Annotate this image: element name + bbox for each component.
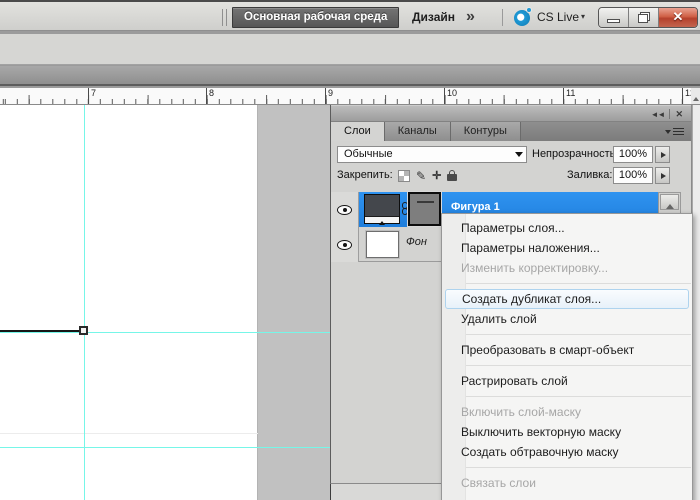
restore-icon	[638, 12, 650, 23]
menu-separator	[443, 283, 691, 284]
menu-separator	[443, 467, 691, 468]
fill-label: Заливка:	[567, 169, 612, 181]
ruler-major-tick	[444, 88, 445, 105]
panel-menu-icon[interactable]	[665, 126, 685, 138]
lock-position-icon[interactable]: ✛	[432, 170, 441, 182]
menu-separator	[443, 365, 691, 366]
layer-name[interactable]: Фон	[406, 227, 427, 262]
tab-layers[interactable]: Слои	[331, 122, 385, 141]
menu-item-delete-layer[interactable]: Удалить слой	[442, 309, 692, 329]
ruler-major-tick	[325, 88, 326, 105]
menu-item-blending-options[interactable]: Параметры наложения...	[442, 238, 692, 258]
options-bar	[0, 34, 700, 65]
shape-line-segment	[0, 330, 85, 332]
document-canvas[interactable]	[0, 105, 258, 500]
lock-all-icon[interactable]	[447, 174, 457, 181]
toolbar-drag-handle[interactable]	[222, 9, 227, 26]
ruler-major-tick	[563, 88, 564, 105]
titlebar-separator	[502, 9, 503, 26]
ruler-label: 7	[91, 88, 96, 98]
lock-label: Закрепить:	[337, 169, 393, 181]
workspace-overflow-chevron-icon[interactable]: »	[466, 2, 475, 33]
menu-item-enable-layer-mask: Включить слой-маску	[442, 402, 692, 422]
collapse-to-icons-icon[interactable]: ◄◄	[651, 110, 665, 119]
vertical-guide	[84, 105, 85, 500]
panel-header-divider	[669, 109, 670, 119]
menu-item-convert-to-smart-object[interactable]: Преобразовать в смарт-объект	[442, 340, 692, 360]
blend-mode-select[interactable]: Обычные	[337, 146, 527, 163]
ruler-label: 8	[209, 88, 214, 98]
restore-button[interactable]	[629, 8, 659, 27]
cs-live-button[interactable]: CS Live	[537, 2, 579, 33]
menu-separator	[443, 334, 691, 335]
layer-context-menu: Параметры слоя... Параметры наложения...…	[441, 213, 693, 500]
ruler-label: 11	[566, 88, 575, 98]
menu-separator	[443, 396, 691, 397]
menu-item-create-clipping-mask[interactable]: Создать обтравочную маску	[442, 442, 692, 462]
eye-icon	[337, 205, 352, 215]
faint-guide-line	[0, 433, 258, 434]
title-bar: Основная рабочая среда Дизайн » CS Live …	[0, 0, 700, 31]
blend-mode-caret-icon	[515, 152, 523, 161]
layers-controls: Обычные Непрозрачность: 100% Закрепить: …	[331, 141, 691, 192]
opacity-value[interactable]: 100%	[613, 146, 653, 163]
lock-transparency-icon[interactable]	[398, 170, 410, 182]
menu-item-duplicate-layer[interactable]: Создать дубликат слоя...	[445, 289, 689, 309]
fill-layer-thumbnail[interactable]	[364, 194, 400, 224]
ruler-label: 9	[328, 88, 333, 98]
close-button[interactable]: ✕	[659, 8, 697, 27]
vector-mask-thumbnail[interactable]	[408, 192, 441, 226]
menu-item-rasterize-layer[interactable]: Растрировать слой	[442, 371, 692, 391]
minimize-icon	[607, 19, 620, 23]
scroll-up-icon[interactable]	[660, 194, 679, 210]
ruler-label: 10	[447, 88, 457, 98]
cs-live-icon	[514, 10, 530, 26]
ruler-mid-ticks	[0, 95, 691, 104]
cs-live-dropdown-caret-icon[interactable]: ▾	[581, 2, 585, 33]
visibility-cell[interactable]	[331, 227, 359, 262]
horizontal-guide	[0, 332, 330, 333]
visibility-cell[interactable]	[331, 192, 359, 227]
menu-item-disable-vector-mask[interactable]: Выключить векторную маску	[442, 422, 692, 442]
pasteboard	[258, 105, 330, 500]
ruler-major-tick	[206, 88, 207, 105]
workspace-design-button[interactable]: Дизайн	[412, 2, 455, 33]
ruler-major-tick	[88, 88, 89, 105]
menu-item-layer-properties[interactable]: Параметры слоя...	[442, 218, 692, 238]
panel-header: ◄◄ ✕	[331, 105, 691, 122]
panel-close-icon[interactable]: ✕	[675, 109, 683, 120]
menu-item-edit-adjustment: Изменить корректировку...	[442, 258, 692, 278]
photoshop-window: Основная рабочая среда Дизайн » CS Live …	[0, 0, 700, 500]
minimize-button[interactable]	[599, 8, 629, 27]
ruler-major-tick	[682, 88, 683, 105]
window-right-edge	[692, 105, 700, 500]
tab-paths[interactable]: Контуры	[451, 122, 521, 141]
lock-pixels-icon[interactable]: ✎	[416, 170, 426, 182]
panel-tabs: Слои Каналы Контуры	[331, 122, 691, 141]
background-layer-thumbnail[interactable]	[366, 231, 399, 258]
workspace-button[interactable]: Основная рабочая среда	[232, 7, 399, 28]
close-icon: ✕	[659, 8, 697, 27]
path-anchor-point	[79, 326, 88, 335]
fill-value[interactable]: 100%	[613, 167, 653, 184]
document-tab-band	[0, 66, 700, 86]
tab-channels[interactable]: Каналы	[385, 122, 451, 141]
opacity-label: Непрозрачность:	[532, 148, 618, 160]
fill-slider-button[interactable]	[655, 167, 670, 184]
lock-icons: ✎ ✛	[398, 167, 457, 184]
horizontal-guide	[0, 447, 330, 448]
horizontal-ruler[interactable]: 7 8 9 10 11 12	[0, 88, 691, 105]
menu-item-link-layers: Связать слои	[442, 473, 692, 493]
ruler-corner	[691, 88, 700, 105]
eye-icon	[337, 240, 352, 250]
opacity-slider-button[interactable]	[655, 146, 670, 163]
window-controls: ✕	[598, 7, 698, 28]
